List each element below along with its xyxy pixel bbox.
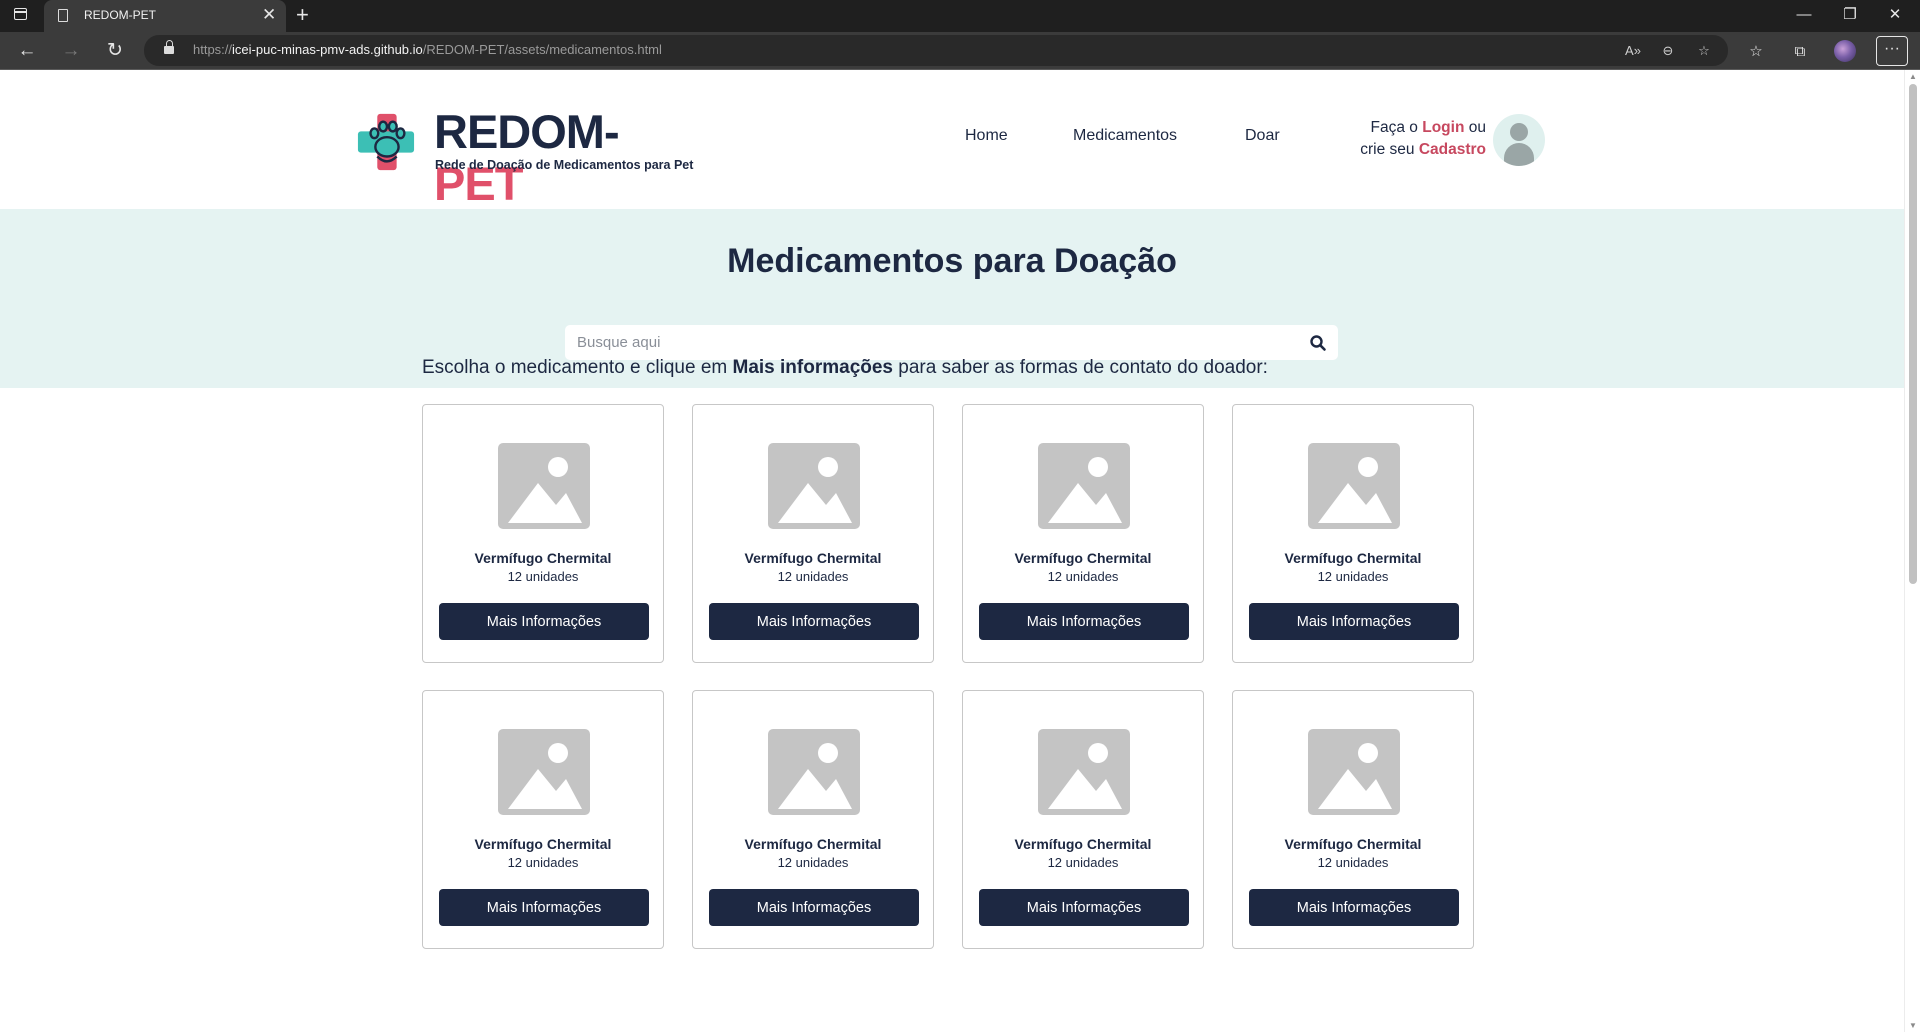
medication-card: Vermífugo Chermital 12 unidades Mais Inf… bbox=[962, 404, 1204, 663]
logo-icon bbox=[357, 113, 415, 171]
search-input[interactable] bbox=[565, 325, 1285, 360]
page-viewport: REDOM-PET Rede de Doação de Medicamentos… bbox=[0, 70, 1904, 1032]
lock-icon[interactable] bbox=[164, 40, 174, 54]
medication-quantity: 12 unidades bbox=[1317, 569, 1389, 584]
collections-icon[interactable]: ⧉ bbox=[1789, 41, 1811, 63]
logo-subtitle: Rede de Doação de Medicamentos para Pet bbox=[435, 158, 694, 172]
medication-card: Vermífugo Chermital 12 unidades Mais Inf… bbox=[962, 690, 1204, 949]
image-placeholder-icon bbox=[768, 443, 860, 529]
site-logo[interactable]: REDOM-PET Rede de Doação de Medicamentos… bbox=[356, 106, 696, 210]
more-info-button[interactable]: Mais Informações bbox=[979, 603, 1189, 640]
browser-tab[interactable]: REDOM-PET ✕ bbox=[44, 0, 286, 32]
more-info-button[interactable]: Mais Informações bbox=[439, 603, 649, 640]
medication-card: Vermífugo Chermital 12 unidades Mais Inf… bbox=[1232, 690, 1474, 949]
login-prompt: Faça o Login ou crie seu Cadastro bbox=[1360, 119, 1486, 158]
medication-card: Vermífugo Chermital 12 unidades Mais Inf… bbox=[422, 690, 664, 949]
browser-toolbar: ← → ↻ https://icei-puc-minas-pmv-ads.git… bbox=[0, 32, 1920, 70]
page-icon bbox=[58, 9, 68, 22]
tab-actions-icon[interactable] bbox=[14, 8, 27, 20]
page-title: Medicamentos para Doação bbox=[727, 242, 1177, 280]
medication-name: Vermífugo Chermital bbox=[744, 550, 882, 566]
back-icon[interactable]: ← bbox=[14, 38, 40, 64]
medication-quantity: 12 unidades bbox=[1317, 855, 1389, 870]
scrollbar-thumb[interactable] bbox=[1909, 84, 1917, 584]
login-link[interactable]: Login bbox=[1422, 119, 1464, 136]
image-placeholder-icon bbox=[1308, 729, 1400, 815]
register-link[interactable]: Cadastro bbox=[1419, 141, 1486, 158]
medication-name: Vermífugo Chermital bbox=[1014, 836, 1152, 852]
search-box bbox=[565, 325, 1338, 360]
image-placeholder-icon bbox=[498, 729, 590, 815]
medication-card: Vermífugo Chermital 12 unidades Mais Inf… bbox=[422, 404, 664, 663]
address-bar[interactable]: https://icei-puc-minas-pmv-ads.github.io… bbox=[144, 35, 1728, 66]
profile-icon[interactable] bbox=[1834, 40, 1856, 62]
refresh-icon[interactable]: ↻ bbox=[102, 38, 128, 64]
medication-quantity: 12 unidades bbox=[507, 855, 579, 870]
user-avatar-icon[interactable] bbox=[1493, 114, 1545, 166]
more-info-button[interactable]: Mais Informações bbox=[1249, 603, 1459, 640]
browser-tab-bar: REDOM-PET ✕ + — ❐ ✕ bbox=[0, 0, 1920, 32]
more-info-button[interactable]: Mais Informações bbox=[979, 889, 1189, 926]
more-info-button[interactable]: Mais Informações bbox=[1249, 889, 1459, 926]
favorites-icon[interactable]: ☆ bbox=[1745, 41, 1767, 63]
more-info-button[interactable]: Mais Informações bbox=[709, 603, 919, 640]
scroll-up-icon[interactable]: ▲ bbox=[1908, 72, 1918, 81]
zoom-icon[interactable]: ⊖ bbox=[1657, 40, 1679, 62]
medication-quantity: 12 unidades bbox=[777, 855, 849, 870]
more-info-button[interactable]: Mais Informações bbox=[709, 889, 919, 926]
medication-name: Vermífugo Chermital bbox=[1284, 836, 1422, 852]
medication-card: Vermífugo Chermital 12 unidades Mais Inf… bbox=[1232, 404, 1474, 663]
read-aloud-icon[interactable]: A» bbox=[1622, 40, 1644, 62]
image-placeholder-icon bbox=[768, 729, 860, 815]
medication-name: Vermífugo Chermital bbox=[1284, 550, 1422, 566]
url-text[interactable]: https://icei-puc-minas-pmv-ads.github.io… bbox=[193, 42, 662, 57]
nav-medicamentos[interactable]: Medicamentos bbox=[1073, 127, 1177, 145]
settings-menu-icon[interactable]: ··· bbox=[1876, 36, 1908, 66]
medication-name: Vermífugo Chermital bbox=[474, 836, 612, 852]
close-window-icon[interactable]: ✕ bbox=[1880, 4, 1910, 26]
add-favorite-icon[interactable]: ☆ bbox=[1693, 40, 1715, 62]
medication-quantity: 12 unidades bbox=[1047, 855, 1119, 870]
medication-card: Vermífugo Chermital 12 unidades Mais Inf… bbox=[692, 404, 934, 663]
image-placeholder-icon bbox=[1038, 443, 1130, 529]
medication-name: Vermífugo Chermital bbox=[474, 550, 612, 566]
more-info-button[interactable]: Mais Informações bbox=[439, 889, 649, 926]
image-placeholder-icon bbox=[1308, 443, 1400, 529]
page-scrollbar[interactable]: ▲ ▼ bbox=[1904, 70, 1920, 1032]
intro-text: Escolha o medicamento e clique em Mais i… bbox=[422, 357, 1268, 378]
medication-name: Vermífugo Chermital bbox=[744, 836, 882, 852]
minimize-icon[interactable]: — bbox=[1789, 4, 1819, 26]
forward-icon[interactable]: → bbox=[58, 38, 84, 64]
medication-quantity: 12 unidades bbox=[1047, 569, 1119, 584]
medication-quantity: 12 unidades bbox=[777, 569, 849, 584]
medication-quantity: 12 unidades bbox=[507, 569, 579, 584]
image-placeholder-icon bbox=[1038, 729, 1130, 815]
search-icon[interactable] bbox=[1309, 334, 1327, 352]
close-tab-icon[interactable]: ✕ bbox=[262, 5, 276, 25]
nav-doar[interactable]: Doar bbox=[1245, 127, 1280, 145]
restore-icon[interactable]: ❐ bbox=[1835, 4, 1865, 26]
site-header: REDOM-PET Rede de Doação de Medicamentos… bbox=[0, 70, 1904, 210]
medication-card: Vermífugo Chermital 12 unidades Mais Inf… bbox=[692, 690, 934, 949]
scroll-down-icon[interactable]: ▼ bbox=[1908, 1021, 1918, 1030]
new-tab-icon[interactable]: + bbox=[296, 3, 309, 27]
image-placeholder-icon bbox=[498, 443, 590, 529]
medication-name: Vermífugo Chermital bbox=[1014, 550, 1152, 566]
tab-title: REDOM-PET bbox=[84, 8, 156, 22]
nav-home[interactable]: Home bbox=[965, 127, 1008, 145]
